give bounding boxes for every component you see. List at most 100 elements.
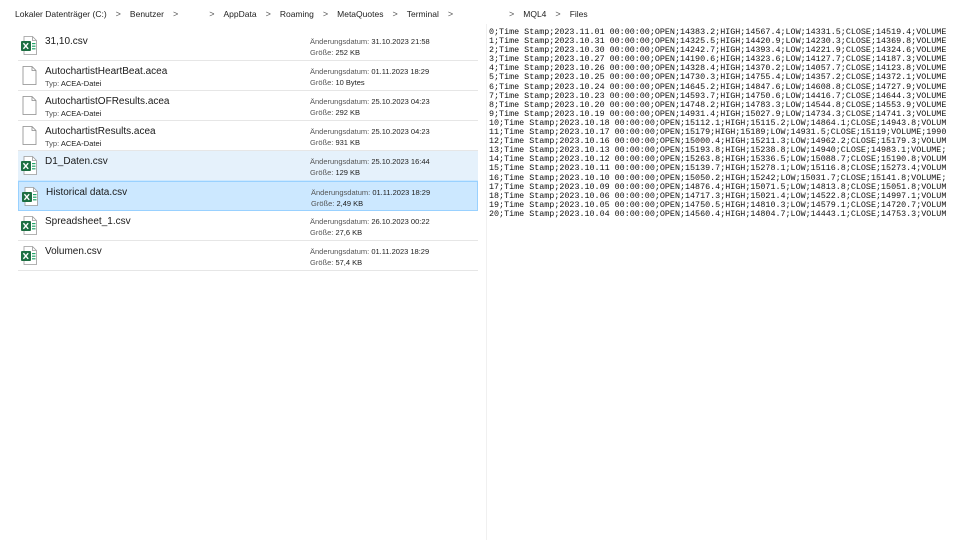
file-name: Volumen.csv xyxy=(45,246,102,257)
file-type-label: Typ: xyxy=(45,139,60,148)
file-modified: Änderungsdatum: 26.10.2023 00:22 xyxy=(310,217,430,226)
modified-label: Änderungsdatum: xyxy=(310,247,370,256)
file-row[interactable]: AutochartistOFResults.acea Typ: ACEA-Date… xyxy=(18,91,478,121)
modified-value: 25.10.2023 04:23 xyxy=(371,97,430,106)
modified-value: 01.11.2023 18:29 xyxy=(371,67,430,76)
file-icon xyxy=(21,126,37,145)
file-name: Spreadsheet_1.csv xyxy=(45,216,131,227)
chevron-right-icon[interactable]: > xyxy=(266,9,271,19)
breadcrumb-item-mql4[interactable]: MQL4 xyxy=(523,9,546,19)
file-row[interactable]: Historical data.csv Änderungsdatum: 01.11… xyxy=(18,181,478,211)
file-size: Größe: 129 KB xyxy=(310,168,360,177)
file-modified: Änderungsdatum: 01.11.2023 18:29 xyxy=(310,67,429,76)
chevron-right-icon[interactable]: > xyxy=(509,9,514,19)
size-label: Größe: xyxy=(310,258,334,267)
modified-value: 25.10.2023 16:44 xyxy=(371,157,430,166)
file-list: 31,10.csv Änderungsdatum: 31.10.2023 21:5… xyxy=(18,31,478,271)
modified-label: Änderungsdatum: xyxy=(310,157,370,166)
file-row[interactable]: Volumen.csv Änderungsdatum: 01.11.2023 18… xyxy=(18,241,478,271)
size-value: 2,49 KB xyxy=(336,199,364,208)
size-label: Größe: xyxy=(311,199,335,208)
chevron-right-icon[interactable]: > xyxy=(116,9,121,19)
file-row[interactable]: AutochartistResults.acea Typ: ACEA-Datei Ä… xyxy=(18,121,478,151)
breadcrumb-item-appdata[interactable]: AppData xyxy=(223,9,256,19)
modified-value: 31.10.2023 21:58 xyxy=(371,37,430,46)
modified-value: 01.11.2023 18:29 xyxy=(371,247,430,256)
file-name: AutochartistOFResults.acea xyxy=(45,96,170,107)
chevron-right-icon[interactable]: > xyxy=(448,9,453,19)
file-size: Größe: 2,49 KB xyxy=(311,199,363,208)
breadcrumb-item-terminal[interactable]: Terminal xyxy=(407,9,439,19)
chevron-right-icon[interactable]: > xyxy=(209,9,214,19)
modified-value: 01.11.2023 18:29 xyxy=(372,188,431,197)
file-name: AutochartistResults.acea xyxy=(45,126,156,137)
size-value: 27,6 KB xyxy=(335,228,363,237)
file-name: 31,10.csv xyxy=(45,36,88,47)
file-type-label: Typ: xyxy=(45,79,60,88)
file-row[interactable]: AutochartistHeartBeat.acea Typ: ACEA-Date… xyxy=(18,61,478,91)
file-type-label: Typ: xyxy=(45,109,60,118)
breadcrumb-item-benutzer[interactable]: Benutzer xyxy=(130,9,164,19)
file-modified: Änderungsdatum: 01.11.2023 18:29 xyxy=(310,247,429,256)
size-label: Größe: xyxy=(310,228,334,237)
size-label: Größe: xyxy=(310,108,334,117)
size-label: Größe: xyxy=(310,78,334,87)
modified-value: 26.10.2023 00:22 xyxy=(371,217,430,226)
excel-file-icon xyxy=(21,36,37,55)
modified-label: Änderungsdatum: xyxy=(310,97,370,106)
file-modified: Änderungsdatum: 25.10.2023 04:23 xyxy=(310,127,430,136)
preview-pane: 0;Time Stamp;2023.11.01 00:00:00;OPEN;14… xyxy=(489,28,951,218)
modified-label: Änderungsdatum: xyxy=(310,67,370,76)
size-value: 10 Bytes xyxy=(335,78,365,87)
file-row[interactable]: D1_Daten.csv Änderungsdatum: 25.10.2023 1… xyxy=(18,151,478,181)
file-type: Typ: ACEA-Datei xyxy=(45,139,101,148)
breadcrumb-item-roaming[interactable]: Roaming xyxy=(280,9,314,19)
file-name: AutochartistHeartBeat.acea xyxy=(45,66,168,77)
file-type-value: ACEA-Datei xyxy=(60,109,102,118)
excel-file-icon xyxy=(21,156,37,175)
breadcrumb-item-drive[interactable]: Lokaler Datenträger (C:) xyxy=(15,9,107,19)
file-size: Größe: 252 KB xyxy=(310,48,360,57)
size-value: 292 KB xyxy=(335,108,361,117)
size-value: 57,4 KB xyxy=(335,258,363,267)
file-icon xyxy=(21,66,37,85)
file-type: Typ: ACEA-Datei xyxy=(45,79,101,88)
modified-label: Änderungsdatum: xyxy=(311,188,371,197)
breadcrumb-item-metaquotes[interactable]: MetaQuotes xyxy=(337,9,383,19)
size-value: 252 KB xyxy=(335,48,361,57)
file-modified: Änderungsdatum: 25.10.2023 16:44 xyxy=(310,157,430,166)
modified-label: Änderungsdatum: xyxy=(310,217,370,226)
chevron-right-icon[interactable]: > xyxy=(392,9,397,19)
modified-label: Änderungsdatum: xyxy=(310,127,370,136)
file-modified: Änderungsdatum: 31.10.2023 21:58 xyxy=(310,37,430,46)
breadcrumb: Lokaler Datenträger (C:) > Benutzer > > … xyxy=(15,6,462,22)
modified-value: 25.10.2023 04:23 xyxy=(371,127,430,136)
file-size: Größe: 57,4 KB xyxy=(310,258,362,267)
excel-file-icon xyxy=(22,187,38,206)
file-size: Größe: 931 KB xyxy=(310,138,360,147)
chevron-right-icon[interactable]: > xyxy=(173,9,178,19)
file-type-value: ACEA-Datei xyxy=(60,139,102,148)
size-label: Größe: xyxy=(310,138,334,147)
file-size: Größe: 10 Bytes xyxy=(310,78,365,87)
breadcrumb-item-files[interactable]: Files xyxy=(570,9,588,19)
modified-label: Änderungsdatum: xyxy=(310,37,370,46)
pane-divider[interactable] xyxy=(486,24,487,540)
file-size: Größe: 292 KB xyxy=(310,108,360,117)
file-modified: Änderungsdatum: 25.10.2023 04:23 xyxy=(310,97,430,106)
file-name: D1_Daten.csv xyxy=(45,156,108,167)
excel-file-icon xyxy=(21,246,37,265)
file-row[interactable]: Spreadsheet_1.csv Änderungsdatum: 26.10.2… xyxy=(18,211,478,241)
size-value: 931 KB xyxy=(335,138,361,147)
chevron-right-icon[interactable]: > xyxy=(323,9,328,19)
file-modified: Änderungsdatum: 01.11.2023 18:29 xyxy=(311,188,430,197)
breadcrumb-tail: > MQL4 > Files xyxy=(500,6,588,22)
file-type: Typ: ACEA-Datei xyxy=(45,109,101,118)
size-value: 129 KB xyxy=(335,168,361,177)
file-icon xyxy=(21,96,37,115)
size-label: Größe: xyxy=(310,48,334,57)
file-size: Größe: 27,6 KB xyxy=(310,228,362,237)
preview-line: 20;Time Stamp;2023.10.04 00:00:00;OPEN;1… xyxy=(489,208,947,218)
file-row[interactable]: 31,10.csv Änderungsdatum: 31.10.2023 21:5… xyxy=(18,31,478,61)
chevron-right-icon[interactable]: > xyxy=(555,9,560,19)
